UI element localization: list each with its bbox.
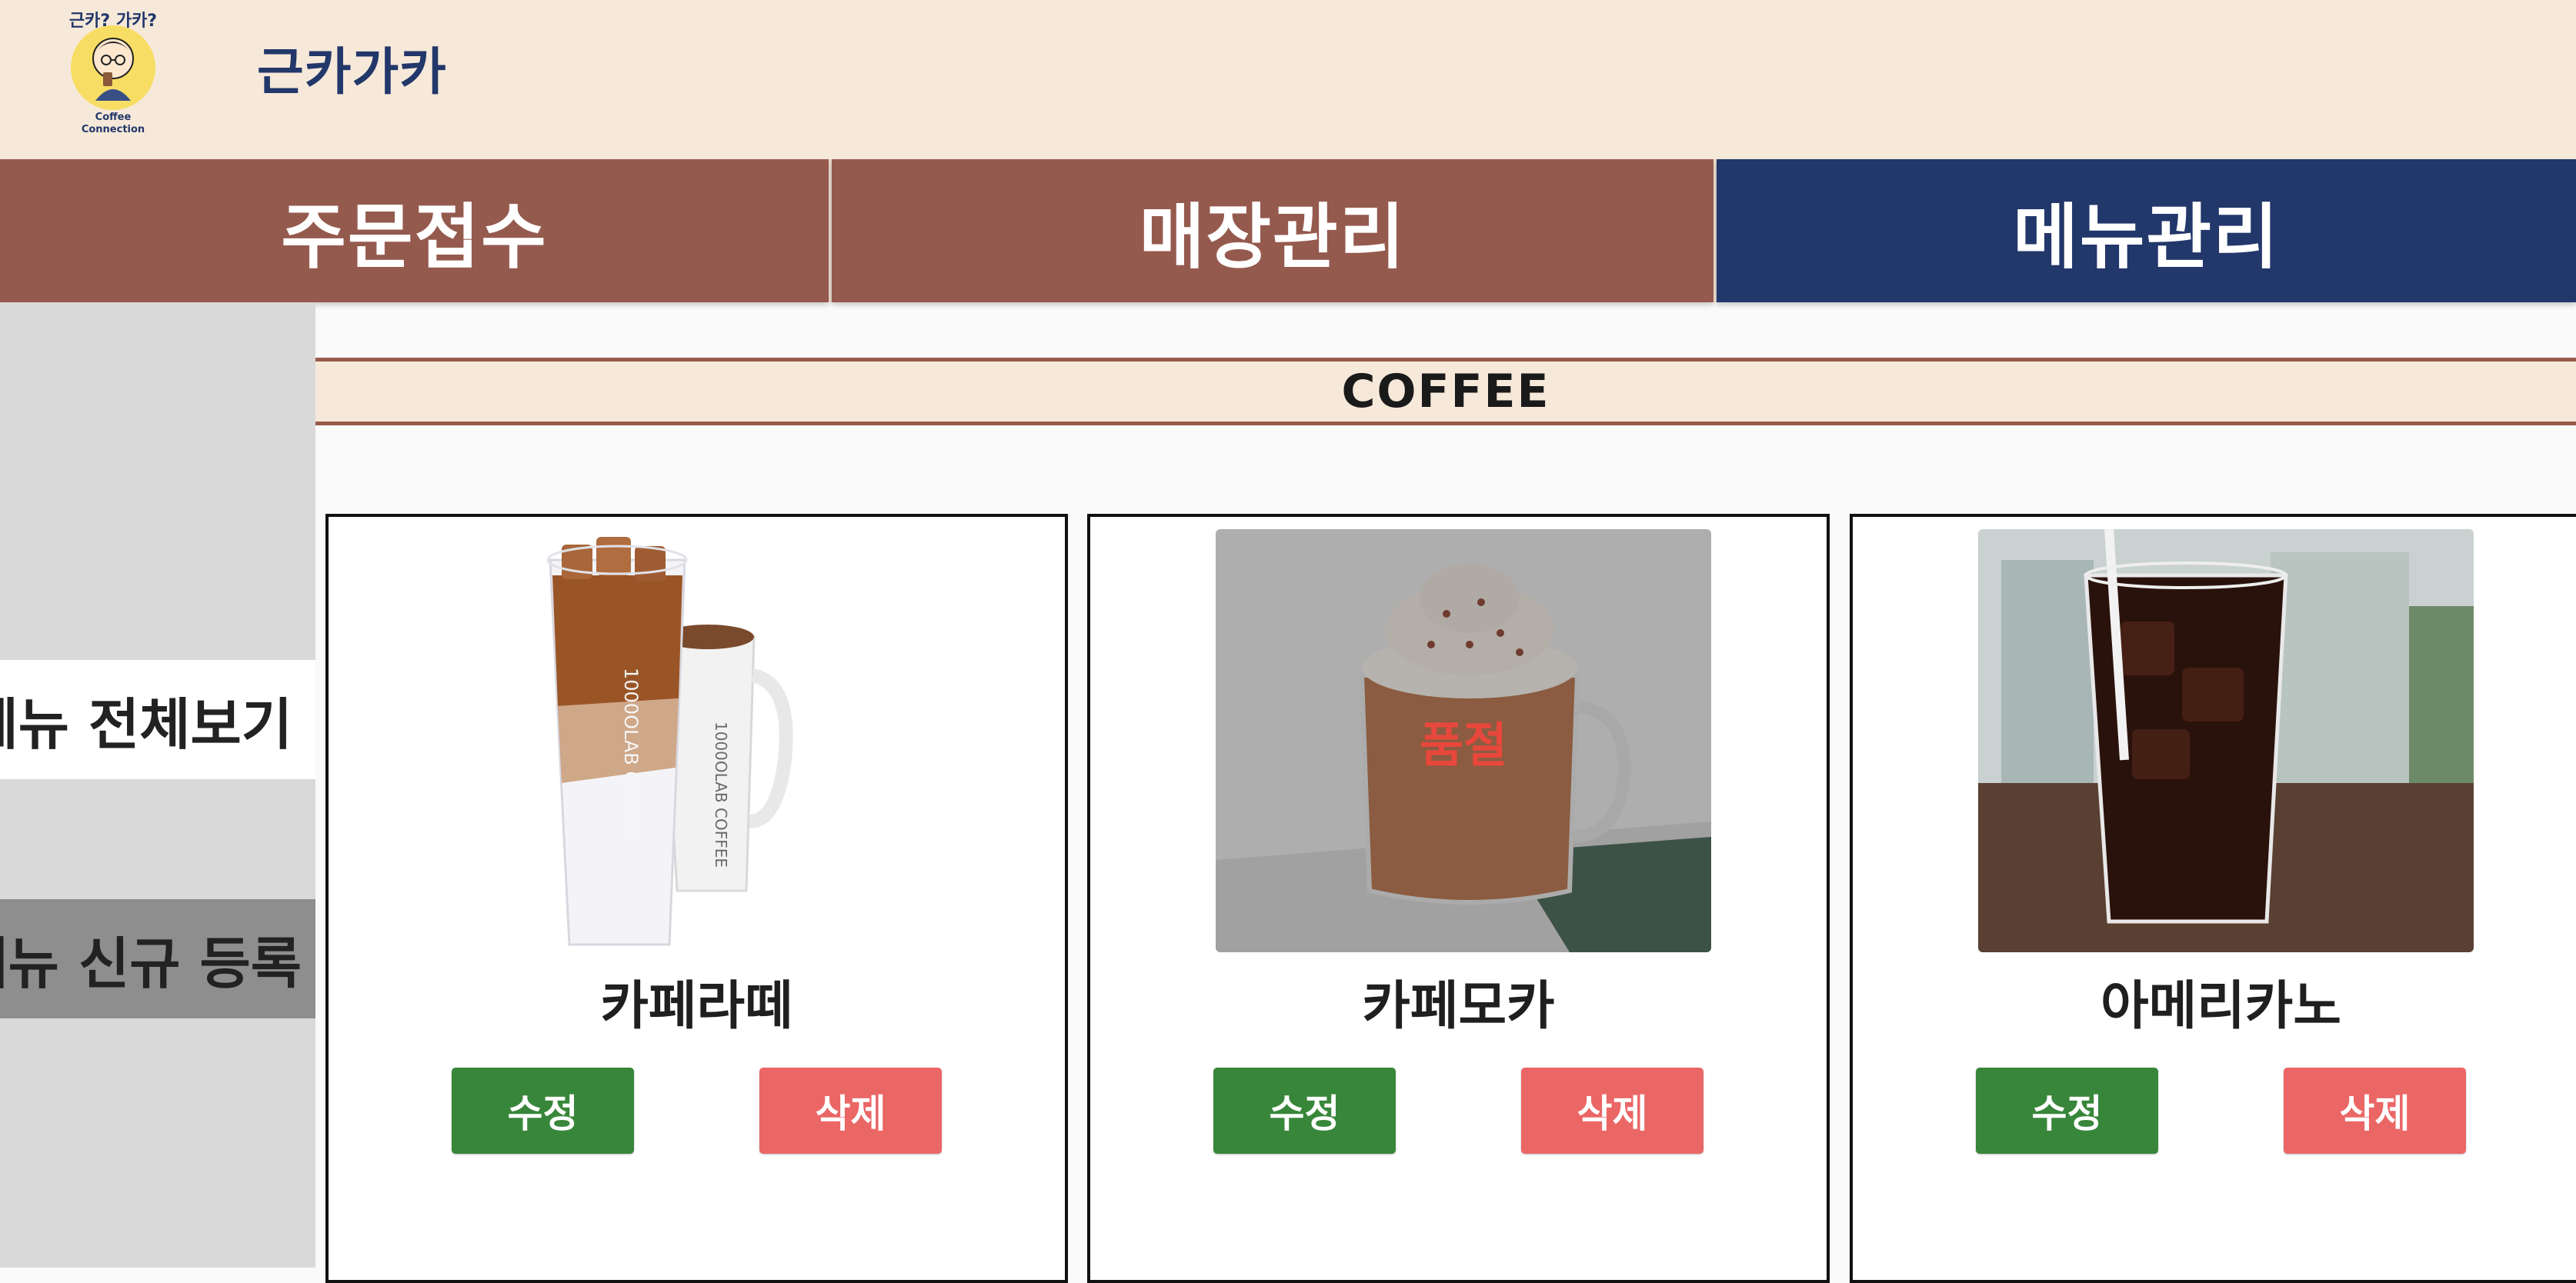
tab-order-intake[interactable]: 주문접수 xyxy=(0,159,829,302)
view-all-menu-button[interactable]: 메뉴 전체보기 xyxy=(0,660,315,779)
app-header: 근카? 가카? Coffee Connection 근카가카 xyxy=(0,0,2576,159)
edit-button[interactable]: 수정 xyxy=(452,1068,634,1154)
menu-image-americano xyxy=(1978,529,2474,952)
menu-card: 1000OLAB COFFEE 1000OLAB COFFEE 카페라떼 수정 … xyxy=(325,514,1068,1283)
delete-button[interactable]: 삭제 xyxy=(2284,1068,2466,1154)
menu-item-name: 카페모카 xyxy=(1362,976,1555,1037)
cup-print-mug: 1000OLAB COFFEE xyxy=(712,721,730,868)
edit-button[interactable]: 수정 xyxy=(1213,1068,1396,1154)
menu-card: 품절 카페모카 수정 삭제 xyxy=(1087,514,1830,1283)
edit-button[interactable]: 수정 xyxy=(1976,1068,2158,1154)
menu-item-name: 아메리카노 xyxy=(2101,976,2341,1037)
register-new-menu-button[interactable]: 메뉴 신규 등록 xyxy=(0,899,315,1018)
logo-caption-1: Coffee xyxy=(95,112,132,123)
delete-button[interactable]: 삭제 xyxy=(759,1068,942,1154)
brand-name: 근카가카 xyxy=(257,42,447,102)
tab-store-management[interactable]: 매장관리 xyxy=(832,159,1713,302)
logo-arc-text: 근카? 가카? xyxy=(69,12,157,31)
menu-image-latte: 1000OLAB COFFEE 1000OLAB COFFEE xyxy=(454,529,949,952)
logo[interactable]: 근카? 가카? Coffee Connection xyxy=(48,5,179,135)
delete-button[interactable]: 삭제 xyxy=(1521,1068,1703,1154)
main-nav: 주문접수 매장관리 메뉴관리 xyxy=(0,159,2576,302)
cup-print-glass: 1000OLAB COFFEE xyxy=(620,668,642,843)
category-header: COFFEE xyxy=(315,358,2576,425)
sold-out-overlay: 품절 xyxy=(1216,529,1711,952)
menu-image-mocha: 품절 xyxy=(1216,529,1711,952)
menu-card: 아메리카노 수정 삭제 xyxy=(1850,514,2576,1283)
logo-caption-2: Connection xyxy=(82,124,145,135)
sidebar: 메뉴 전체보기 메뉴 신규 등록 xyxy=(0,302,315,1268)
tab-menu-management[interactable]: 메뉴관리 xyxy=(1717,159,2576,302)
menu-item-name: 카페라떼 xyxy=(600,976,793,1037)
